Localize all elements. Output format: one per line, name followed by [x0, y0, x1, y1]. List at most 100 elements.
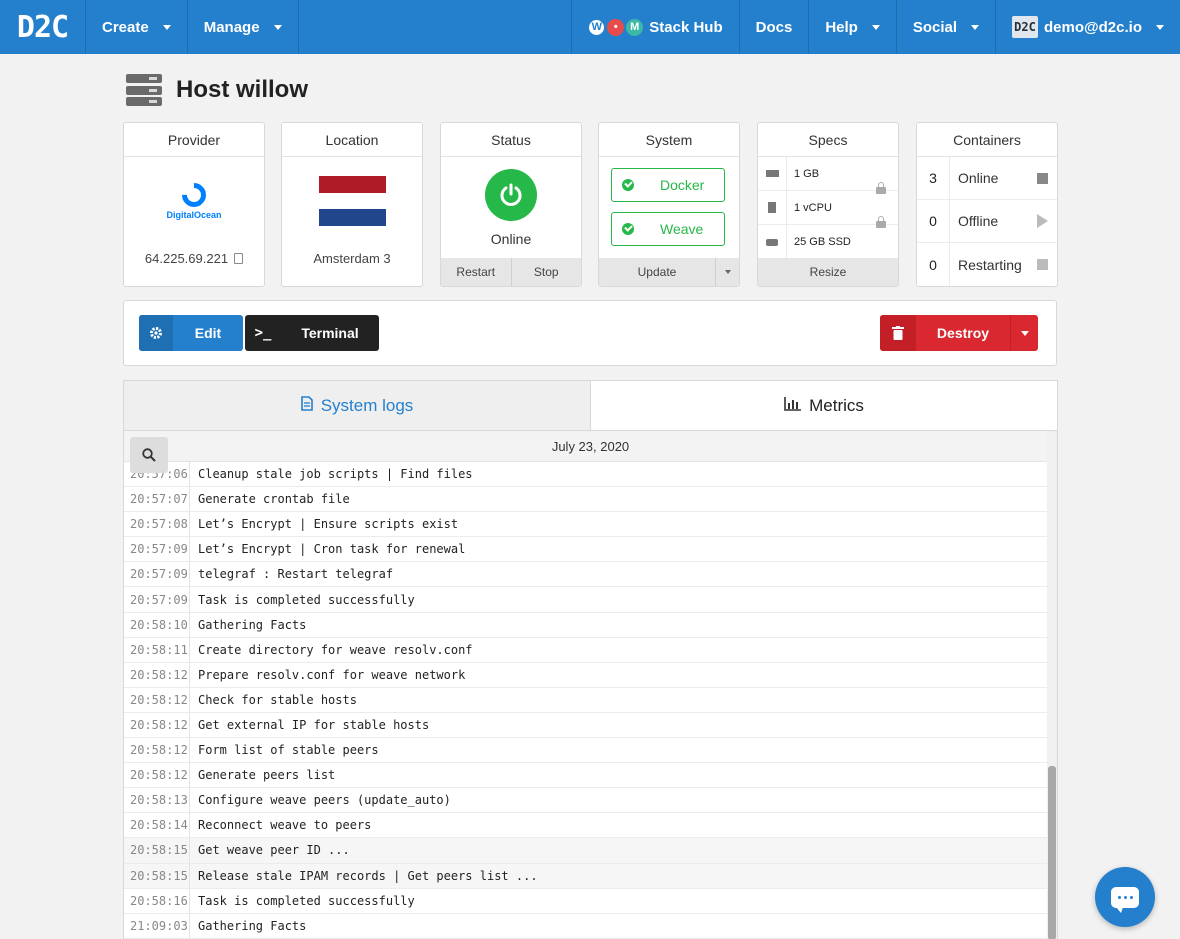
log-time: 20:58:12 [124, 763, 190, 788]
caret-down-icon [273, 24, 282, 30]
log-row: 20:58:15 Release stale IPAM records | Get… [124, 863, 1057, 889]
spec-ram-value: 1 GB [794, 167, 820, 180]
page-title: Host willow [176, 76, 308, 103]
specs-card: Specs 1 GB 1 vCPU 25 GB SSD Resize [757, 122, 899, 287]
log-row: 20:58:14 Reconnect weave to peers [124, 813, 1057, 839]
bar-chart-icon [784, 396, 802, 416]
restart-button[interactable]: Restart [441, 258, 511, 286]
log-list: 20:57:06 Cleanup stale job scripts | Find… [124, 462, 1057, 939]
support-chat-button[interactable] [1095, 867, 1155, 927]
log-scrollbar[interactable] [1047, 431, 1057, 939]
netherlands-flag-icon [319, 176, 386, 226]
containers-card-title: Containers [917, 123, 1057, 157]
stop-square-icon[interactable] [1027, 172, 1057, 184]
caret-down-icon [971, 24, 980, 30]
log-row: 21:09:03 Gathering Facts [124, 913, 1057, 939]
log-message: Generate crontab file [198, 492, 350, 507]
nav-social-menu[interactable]: Social [895, 0, 995, 54]
search-icon[interactable] [130, 437, 168, 473]
status-card-title: Status [441, 123, 581, 157]
destroy-button[interactable]: Destroy [880, 315, 1038, 351]
nav-user-menu[interactable]: D2C demo@d2c.io [995, 0, 1180, 54]
destroy-dropdown-toggle[interactable] [1010, 315, 1038, 351]
spec-cpu-row: 1 vCPU [758, 191, 898, 228]
log-time: 21:09:03 [124, 913, 190, 938]
log-time: 20:57:09 [124, 562, 190, 587]
log-row: 20:58:16 Task is completed successfully [124, 888, 1057, 914]
copy-icon[interactable] [234, 253, 244, 264]
log-scrollbar-thumb[interactable] [1048, 766, 1056, 939]
update-button[interactable]: Update [599, 258, 715, 286]
terminal-button[interactable]: >_ Terminal [245, 315, 379, 351]
specs-actions: Resize [758, 258, 898, 286]
status-card: Status Online Restart Stop [440, 122, 582, 287]
log-message: Check for stable hosts [198, 692, 357, 707]
check-circle-icon [622, 223, 634, 235]
containers-restarting-label: Restarting [958, 256, 1022, 273]
log-time: 20:58:12 [124, 662, 190, 687]
docker-status-button[interactable]: Docker [611, 168, 725, 202]
log-row: 20:57:08 Let’s Encrypt | Ensure scripts e… [124, 512, 1057, 538]
log-message: Get external IP for stable hosts [198, 717, 430, 732]
log-message: Form list of stable peers [198, 743, 379, 758]
nav-stack-hub-label: Stack Hub [649, 18, 723, 36]
wordpress-icon: W [588, 18, 606, 36]
check-circle-icon [622, 179, 634, 191]
log-row: 20:58:10 Gathering Facts [124, 612, 1057, 638]
nav-docs-link[interactable]: Docs [738, 0, 809, 54]
server-icon [126, 74, 162, 106]
containers-restarting-row[interactable]: 0 Restarting [917, 243, 1057, 286]
user-avatar: D2C [1012, 16, 1039, 38]
location-card-title: Location [282, 123, 422, 157]
log-row: 20:57:09 Task is completed successfully [124, 587, 1057, 613]
mattermost-icon: M [626, 18, 644, 36]
containers-card: Containers 3 Online 0 Offline 0 Restarti… [916, 122, 1058, 287]
gear-icon [139, 315, 173, 351]
digitalocean-icon [177, 178, 211, 212]
log-time: 20:58:16 [124, 888, 190, 913]
edit-button[interactable]: Edit [139, 315, 243, 351]
nav-manage-menu[interactable]: Manage [188, 0, 299, 54]
terminal-label: Terminal [301, 325, 359, 341]
nav-create-label: Create [102, 18, 149, 36]
resize-button[interactable]: Resize [758, 258, 898, 286]
play-icon[interactable] [1027, 214, 1057, 228]
log-row: 20:57:07 Generate crontab file [124, 487, 1057, 513]
d2c-logo[interactable]: D2C [0, 0, 86, 54]
log-time: 20:58:15 [124, 863, 190, 888]
status-actions: Restart Stop [441, 258, 581, 286]
stop-button[interactable]: Stop [510, 258, 582, 286]
caret-down-icon [162, 24, 171, 30]
containers-offline-row[interactable]: 0 Offline [917, 200, 1057, 243]
log-time: 20:58:12 [124, 687, 190, 712]
docker-label: Docker [660, 177, 705, 193]
tab-metrics[interactable]: Metrics [591, 381, 1057, 430]
log-row: 20:58:12 Form list of stable peers [124, 738, 1057, 764]
stop-square-icon[interactable] [1027, 259, 1057, 270]
log-message: Let’s Encrypt | Cron task for renewal [198, 542, 466, 557]
update-dropdown-toggle[interactable] [715, 258, 739, 286]
tab-system-logs-label: System logs [320, 395, 414, 415]
log-row: 20:58:12 Generate peers list [124, 763, 1057, 789]
weave-status-button[interactable]: Weave [611, 212, 725, 246]
containers-online-row[interactable]: 3 Online [917, 157, 1057, 200]
log-message: Gathering Facts [198, 617, 307, 632]
log-time: 20:57:09 [124, 587, 190, 612]
tab-system-logs[interactable]: System logs [124, 381, 591, 430]
page-header: Host willow [126, 74, 308, 106]
nav-docs-label: Docs [755, 18, 793, 36]
nav-create-menu[interactable]: Create [86, 0, 188, 54]
nav-help-label: Help [825, 18, 858, 36]
nav-stack-hub[interactable]: W • M Stack Hub [571, 0, 738, 54]
log-message: Generate peers list [198, 768, 336, 783]
spec-cpu-value: 1 vCPU [794, 201, 832, 214]
top-navbar: D2C Create Manage W • M Stack Hub Docs H… [0, 0, 1180, 54]
nav-manage-label: Manage [203, 18, 260, 36]
log-message: Prepare resolv.conf for weave network [198, 667, 466, 682]
chat-bubble-icon: • [607, 18, 625, 36]
log-message: Get weave peer ID ... [198, 843, 350, 858]
caret-down-icon [871, 24, 880, 30]
nav-help-menu[interactable]: Help [808, 0, 896, 54]
log-row: 20:58:12 Get external IP for stable hosts [124, 712, 1057, 739]
